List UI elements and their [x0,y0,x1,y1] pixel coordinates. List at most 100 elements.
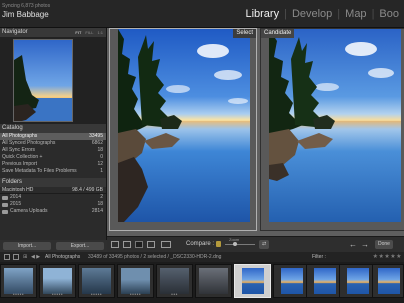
catalog-item-count: 0 [100,154,103,160]
navigator-zoom-options: FIT FILL 1:1 [75,28,103,37]
filmstrip-thumbnail[interactable] [195,264,232,298]
catalog-item-count: 12 [97,161,103,167]
filmstrip-thumbnail[interactable]: ••••• [78,264,115,298]
loupe-view-icon[interactable] [123,241,131,248]
module-book[interactable]: Boo [374,8,404,20]
filmstrip[interactable]: ••••• ••••• ••••• ••••• ••• [0,262,404,303]
filmstrip-thumbnail[interactable]: ••••• [39,264,76,298]
folder-label: 2015 [10,201,22,207]
module-map[interactable]: Map [340,8,371,20]
catalog-item-count: 6862 [91,140,103,146]
folder-label: 2014 [10,194,22,200]
folder-item-camera-uploads[interactable]: Camera Uploads 2814 [0,208,106,215]
folder-count: 2814 [91,208,103,214]
candidate-photo[interactable] [269,29,401,222]
zoom-fill[interactable]: FILL [85,28,93,37]
zoom-slider-handle[interactable] [233,242,237,246]
navigator-preview[interactable] [0,37,106,124]
user-name: Jim Babbage [2,10,49,19]
filmstrip-thumbnail[interactable] [273,264,310,298]
people-view-icon[interactable] [161,241,171,248]
next-photo-arrow[interactable]: → [361,240,369,249]
navigator-header[interactable]: Navigator FIT FILL 1:1 [0,28,106,37]
zoom-fit[interactable]: FIT [75,28,81,37]
catalog-item-synced[interactable]: All Synced Photographs 6862 [0,140,106,147]
folder-icon [2,202,8,207]
filmstrip-thumbnail[interactable] [339,264,376,298]
grid-icon[interactable]: ⊞ [23,252,27,262]
navigator-thumbnail [13,39,73,122]
compare-view-icon[interactable] [135,241,143,248]
catalog-item-label: Quick Collection + [2,154,43,160]
filmstrip-thumbnail[interactable]: ••••• [117,264,154,298]
zoom-slider[interactable] [225,244,255,245]
catalog-item-count: 33495 [89,133,103,139]
zoom-1-1[interactable]: 1:1 [97,28,103,37]
left-panel: Navigator FIT FILL 1:1 Catalog All Photo… [0,28,107,252]
candidate-pane[interactable]: Candidate [260,28,404,231]
select-photo[interactable] [118,29,250,222]
catalog-item-sync-errors[interactable]: All Sync Errors 18 [0,147,106,154]
folders-title: Folders [2,179,23,185]
grid-view-icon[interactable] [111,241,119,248]
catalog-list: All Photographs 33495 All Synced Photogr… [0,133,106,175]
folder-icon [2,195,8,200]
catalog-item-count: 1 [100,168,103,174]
filmstrip-thumbnail[interactable] [306,264,343,298]
folders-list: Macintosh HD 98.4 / 499 GB 2014 2 2015 1… [0,187,106,215]
volume-name: Macintosh HD [2,187,34,193]
catalog-item-label: All Photographs [2,133,38,139]
toolbar: Compare : Zoom ⇄ ← → Done [107,236,404,252]
filmstrip-status: 33489 of 33495 photos / 2 selected / _DS… [88,254,222,260]
candidate-label: Candidate [261,29,295,38]
previous-photo-arrow[interactable]: ← [349,240,357,249]
compare-label: Compare : [186,241,215,247]
module-library[interactable]: Library [240,8,284,20]
select-pane[interactable]: Select [109,28,257,231]
catalog-item-metadata-problems[interactable]: Save Metadata To Files Problems 1 [0,168,106,175]
filmstrip-thumbnail-selected[interactable] [234,264,271,298]
left-panel-buttons: Import... Export... [0,240,107,252]
export-button[interactable]: Export... [56,242,104,250]
folder-icon [2,209,8,214]
folder-item-2015[interactable]: 2015 18 [0,201,106,208]
identity-plate: Syncing 6,873 photos Jim Babbage Library… [0,0,404,28]
filmstrip-thumbnail[interactable] [372,264,404,298]
filmstrip-source[interactable]: All Photographs [45,252,80,262]
survey-view-icon[interactable] [147,241,155,248]
catalog-item-label: All Synced Photographs [2,140,56,146]
folder-label: Camera Uploads [10,208,48,214]
folder-item-2014[interactable]: 2014 2 [0,194,106,201]
navigator-title: Navigator [2,29,28,35]
rating-filter-stars[interactable]: ★★★★★ [373,252,402,262]
catalog-item-label: Save Metadata To Files Problems [2,168,77,174]
filter-label: Filter : [312,254,326,260]
main-window-icon[interactable] [4,254,10,260]
folder-count: 18 [97,201,103,207]
module-picker: Library | Develop | Map | Boo [240,8,404,20]
catalog-item-previous-import[interactable]: Previous Import 12 [0,161,106,168]
volume-macintosh-hd[interactable]: Macintosh HD 98.4 / 499 GB [0,187,106,194]
folders-header[interactable]: Folders [0,178,106,187]
catalog-item-label: All Sync Errors [2,147,36,153]
sync-status: Syncing 6,873 photos [2,3,51,9]
catalog-item-label: Previous Import [2,161,38,167]
filmstrip-thumbnail[interactable]: ••• [156,264,193,298]
catalog-title: Catalog [2,125,23,131]
catalog-item-quick-collection[interactable]: Quick Collection + 0 [0,154,106,161]
catalog-header[interactable]: Catalog [0,124,106,133]
filmstrip-thumbnail[interactable]: ••••• [0,264,37,298]
secondary-window-icon[interactable] [13,254,19,260]
folder-count: 2 [100,194,103,200]
filmstrip-header: ⊞ ◀ ▶ All Photographs 33489 of 33495 pho… [0,252,404,262]
back-arrow-icon[interactable]: ◀ ▶ [31,252,40,262]
select-label: Select [233,29,256,38]
sync-button[interactable]: ⇄ [259,240,270,249]
done-button[interactable]: Done [375,240,393,249]
lock-icon[interactable] [216,241,221,247]
catalog-item-all-photographs[interactable]: All Photographs 33495 [0,133,106,140]
import-button[interactable]: Import... [3,242,51,250]
compare-view: Select Candidate [107,28,404,236]
module-develop[interactable]: Develop [287,8,337,20]
catalog-item-count: 18 [97,147,103,153]
